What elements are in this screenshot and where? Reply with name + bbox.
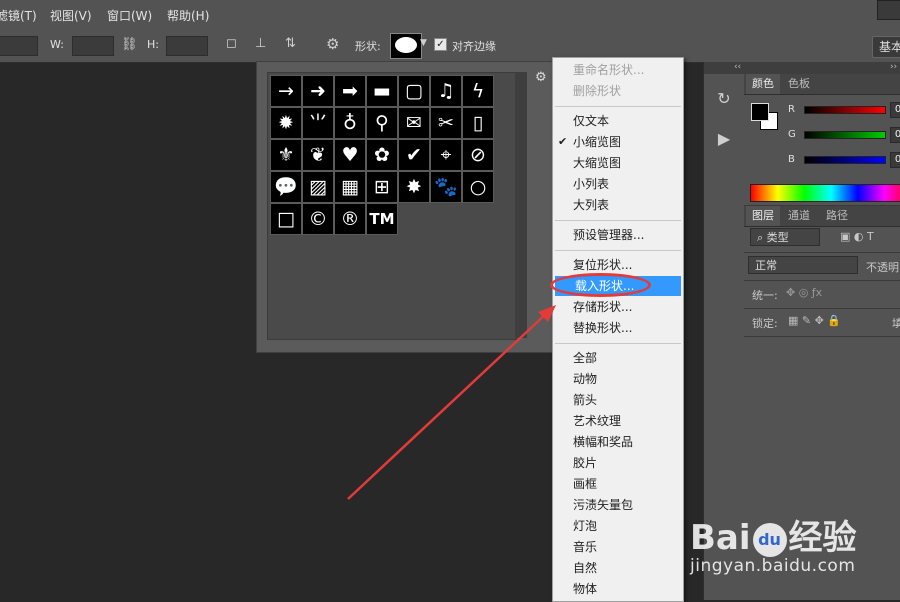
red-label: R	[788, 104, 795, 115]
panel-collapse-bar[interactable]: ››	[744, 62, 900, 74]
blue-value[interactable]: 0	[890, 152, 900, 168]
watermark-logo-prefix: Bai	[690, 518, 751, 558]
layer-filter-dropdown[interactable]: ⌕ 类型	[750, 228, 820, 246]
color-spectrum[interactable]	[750, 184, 900, 202]
blue-label: B	[788, 154, 795, 165]
tab-layers[interactable]: 图层	[746, 206, 780, 226]
layer-filter-label: 类型	[766, 231, 789, 244]
tab-channels[interactable]: 通道	[782, 206, 816, 226]
blend-mode-dropdown[interactable]: 正常	[748, 256, 858, 274]
foreground-color-swatch[interactable]	[751, 103, 769, 121]
history-icon[interactable]: ↻	[710, 86, 738, 112]
watermark-logo-suffix: 经验	[788, 518, 857, 558]
green-label: G	[788, 129, 796, 140]
red-slider[interactable]	[804, 106, 886, 114]
lock-label: 锁定:	[752, 317, 778, 330]
color-panel-tabs: 颜色 色板	[744, 74, 900, 95]
unify-icons[interactable]: ✥ ◎ ƒx	[786, 286, 822, 299]
blue-slider[interactable]	[804, 156, 886, 164]
search-icon: ⌕	[757, 231, 767, 244]
baidu-paw-icon: du	[752, 522, 787, 557]
tab-swatches[interactable]: 色板	[782, 74, 816, 94]
play-actions-icon[interactable]: ▶	[710, 126, 738, 152]
layers-panel-tabs: 图层 通道 路径	[744, 206, 900, 227]
fill-label: 填	[892, 317, 900, 330]
tab-paths[interactable]: 路径	[820, 206, 854, 226]
baidu-watermark-logo: Bai du 经验	[690, 510, 857, 559]
dock-collapse-bar[interactable]: ‹‹	[704, 62, 744, 74]
watermark-url: jingyan.baidu.com	[690, 556, 856, 576]
lock-icons[interactable]: ▦ ✎ ✥ 🔒	[788, 314, 841, 327]
green-value[interactable]: 0	[890, 127, 900, 143]
tab-color[interactable]: 颜色	[746, 74, 780, 94]
layer-filter-icons[interactable]: ▣ ◐ T	[840, 230, 874, 243]
green-slider[interactable]	[804, 131, 886, 139]
opacity-label: 不透明	[866, 261, 899, 274]
red-value[interactable]: 0	[890, 102, 900, 118]
unify-label: 统一:	[752, 289, 778, 302]
